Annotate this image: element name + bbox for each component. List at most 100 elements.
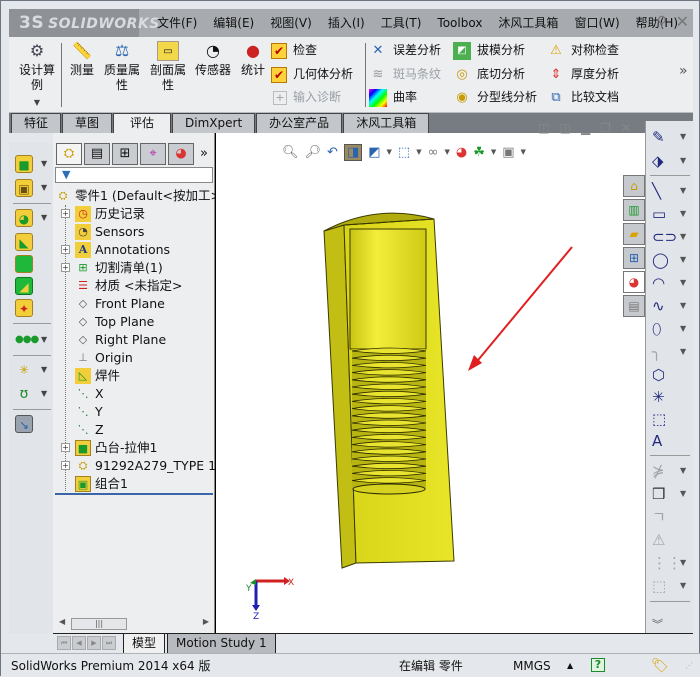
ribbon-more-button[interactable]: »	[679, 63, 688, 79]
offset-entities-button[interactable]: ㄱ	[652, 507, 690, 527]
menu-view[interactable]: 视图(V)	[262, 9, 320, 37]
import-diagnostics-button[interactable]: + 输入诊断	[271, 86, 341, 108]
polygon-button[interactable]: ⬡	[652, 365, 690, 385]
statistics-button[interactable]: ● 统计	[239, 41, 267, 78]
tab-mufeng-toolbox[interactable]: 沐风工具箱	[343, 113, 430, 133]
symmetry-check-button[interactable]: ⚠ 对称检查	[547, 39, 619, 61]
mirror-entities-button[interactable]: ⚠	[652, 530, 690, 550]
zebra-stripes-button[interactable]: ≋ 斑马条纹	[369, 63, 441, 85]
tree-horizontal-scrollbar[interactable]: ◀ ||| ▶	[57, 617, 213, 631]
chevron-down-icon[interactable]: ▼	[680, 151, 686, 171]
smart-dimension-button[interactable]: ⬗ ▼	[652, 151, 690, 171]
scroll-right-icon[interactable]: ▶	[203, 617, 209, 626]
chevron-down-icon[interactable]: ▼	[680, 181, 686, 201]
solidworks-resources-tab[interactable]: ⌂	[623, 175, 645, 197]
chevron-down-icon[interactable]: ▼	[680, 296, 686, 316]
fillet-sketch-button[interactable]: ╮ ▼	[652, 342, 690, 362]
sketch-pattern-button[interactable]: ⋮⋮ ▼	[652, 553, 690, 573]
property-manager-tab[interactable]: ▤	[84, 143, 110, 165]
chevron-down-icon[interactable]: ▼	[680, 576, 686, 596]
custom-properties-tab[interactable]: ▤	[623, 295, 645, 317]
rib-button[interactable]: ◣	[13, 231, 51, 253]
tab-sketch[interactable]: 草图	[62, 113, 113, 133]
fillet-button[interactable]: ◕ ▼	[13, 207, 51, 229]
expand-icon[interactable]: +	[61, 245, 70, 254]
circle-button[interactable]: ◯ ▼	[652, 250, 690, 270]
chevron-down-icon[interactable]: ▼	[680, 319, 686, 339]
deviation-analysis-button[interactable]: ✕ 误差分析	[369, 39, 441, 61]
chevron-down-icon[interactable]: ▼	[41, 159, 47, 168]
wrap-button[interactable]: ✦	[13, 297, 51, 319]
dimxpert-manager-tab[interactable]: ⌖	[140, 143, 166, 165]
scroll-left-icon[interactable]: ◀	[59, 617, 65, 626]
shell-button[interactable]	[13, 253, 51, 275]
more-tabs-button[interactable]: »	[200, 143, 208, 165]
tree-filter[interactable]: ▼	[55, 167, 213, 183]
tab-evaluate[interactable]: 评估	[113, 113, 172, 134]
chevron-down-icon[interactable]: ▼	[41, 213, 47, 222]
draft-button[interactable]: ◢	[13, 275, 51, 297]
chevron-down-icon[interactable]: ▼	[41, 389, 47, 398]
arc-button[interactable]: ◠ ▼	[652, 273, 690, 293]
move-entities-button[interactable]: ⬚ ▼	[652, 576, 690, 596]
tab-motion-study-1[interactable]: Motion Study 1	[167, 634, 276, 654]
design-study-button[interactable]: ⚙ 设计算例 ▼	[15, 41, 59, 110]
expand-icon[interactable]: +	[61, 443, 70, 452]
reference-geometry-button[interactable]: ✳ ▼	[13, 359, 51, 381]
spline-button[interactable]: ∿ ▼	[652, 296, 690, 316]
undercut-analysis-button[interactable]: ◎ 底切分析	[453, 63, 525, 85]
resize-grip-icon[interactable]: ⋰	[685, 657, 693, 675]
file-explorer-tab[interactable]: ▰	[623, 223, 645, 245]
linear-pattern-button[interactable]: ●●● ▼	[13, 329, 51, 351]
thickness-analysis-button[interactable]: ⇕ 厚度分析	[547, 63, 619, 85]
check-button[interactable]: ✔ 检查	[271, 39, 317, 61]
geometry-analysis-button[interactable]: ✔ 几何体分析	[271, 63, 353, 85]
more-tools-button[interactable]: ︾	[652, 615, 690, 635]
line-button[interactable]: ╲ ▼	[652, 181, 690, 201]
menu-file[interactable]: 文件(F)	[149, 9, 205, 37]
feature-manager-tab[interactable]: ⛭	[56, 143, 82, 165]
mass-properties-button[interactable]: ⚖ 质量属性	[101, 41, 143, 93]
chevron-down-icon[interactable]: ▼	[680, 484, 686, 504]
expand-icon[interactable]: +	[61, 209, 70, 218]
prev-tab-icon[interactable]: ◀	[72, 636, 86, 650]
chevron-down-icon[interactable]: ▼	[680, 273, 686, 293]
tab-dimxpert[interactable]: DimXpert	[172, 113, 256, 133]
graphics-area[interactable]: ◫ ◫ ▁ ❐ ✕ 🔍︎ 🔎︎ ↶ ◨ ◩ ▼ ⬚ ▼ ∞ ▼ ◕ ☘ ▼ ▣ ▼	[215, 121, 645, 633]
chevron-down-icon[interactable]: ▼	[680, 461, 686, 481]
next-tab-icon[interactable]: ▶	[87, 636, 101, 650]
expand-icon[interactable]: +	[61, 461, 70, 470]
chevron-down-icon[interactable]: ▼	[680, 342, 686, 362]
view-palette-tab[interactable]: ⊞	[623, 247, 645, 269]
trim-button[interactable]: ⋡ ▼	[652, 461, 690, 481]
unit-system[interactable]: MMGS	[513, 657, 551, 675]
chevron-down-icon[interactable]: ▼	[680, 553, 686, 573]
first-tab-icon[interactable]: ⏮	[57, 636, 71, 650]
instant3d-button[interactable]: ↘	[13, 413, 51, 435]
construction-geometry-button[interactable]: ⬚	[652, 409, 690, 429]
chevron-down-icon[interactable]: ▼	[680, 250, 686, 270]
rollback-bar[interactable]	[55, 493, 213, 495]
last-tab-icon[interactable]: ⏭	[102, 636, 116, 650]
appearances-tab[interactable]: ◕	[623, 271, 645, 293]
pin-icon[interactable]: ⚲	[657, 14, 667, 30]
rectangle-button[interactable]: ▭ ▼	[652, 204, 690, 224]
configuration-manager-tab[interactable]: ⊞	[112, 143, 138, 165]
sketch-button[interactable]: ✎ ▼	[652, 127, 690, 147]
measure-button[interactable]: 📏 测量	[67, 41, 97, 78]
chevron-down-icon[interactable]: ▼	[41, 365, 47, 374]
curvature-button[interactable]: 曲率	[369, 86, 417, 108]
menu-insert[interactable]: 插入(I)	[320, 9, 373, 37]
chevron-down-icon[interactable]: ▼	[680, 227, 686, 247]
expand-icon[interactable]: +	[61, 263, 70, 272]
scroll-thumb[interactable]: |||	[71, 618, 127, 630]
text-button[interactable]: A	[652, 431, 690, 451]
compare-documents-button[interactable]: ⧉ 比较文档	[547, 86, 619, 108]
chevron-down-icon[interactable]: ▼	[680, 204, 686, 224]
parting-line-analysis-button[interactable]: ◉ 分型线分析	[453, 86, 537, 108]
menu-window[interactable]: 窗口(W)	[566, 9, 627, 37]
extruded-cut-button[interactable]: ▣ ▼	[13, 177, 51, 199]
chevron-down-icon[interactable]: ▼	[41, 335, 47, 344]
tab-features[interactable]: 特征	[11, 113, 62, 133]
help-icon[interactable]: ?	[591, 658, 605, 672]
